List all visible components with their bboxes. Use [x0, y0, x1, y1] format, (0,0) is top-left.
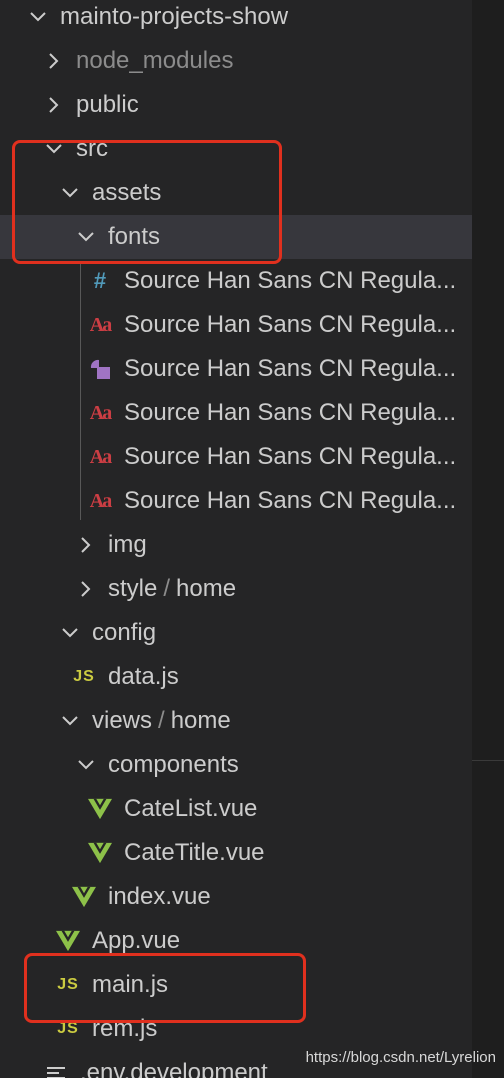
tree-folder-views-home[interactable]: views / home [0, 699, 472, 743]
file-label: .env.development [80, 1059, 268, 1078]
tree-folder-style-home[interactable]: style / home [0, 567, 472, 611]
font-file-icon: Aa [89, 401, 112, 424]
folder-label: config [92, 619, 157, 646]
file-label: data.js [108, 663, 179, 690]
folder-label: public [76, 91, 139, 118]
path-separator: / [163, 575, 171, 602]
tree-file-font-6[interactable]: Aa Source Han Sans CN Regula... [0, 479, 472, 523]
editor-area-edge [472, 0, 504, 1078]
chevron-right-icon [44, 95, 64, 115]
hash-icon: # [93, 268, 107, 293]
font-file-icon: Aa [89, 445, 112, 468]
chevron-right-icon [76, 579, 96, 599]
file-label: Source Han Sans CN Regula... [124, 487, 457, 514]
chevron-right-icon [44, 51, 64, 71]
file-label: Source Han Sans CN Regula... [124, 355, 457, 382]
tree-file-font-4[interactable]: Aa Source Han Sans CN Regula... [0, 391, 472, 435]
file-label: App.vue [92, 927, 181, 954]
chevron-down-icon [60, 711, 80, 731]
vue-file-icon [88, 797, 112, 821]
folder-label: components [108, 751, 239, 778]
tree-file-data-js[interactable]: JS data.js [0, 655, 472, 699]
chevron-right-icon [76, 535, 96, 555]
highlight-box-main-js [24, 953, 306, 1023]
file-label: index.vue [108, 883, 211, 910]
chevron-down-icon [28, 7, 48, 27]
file-label: Source Han Sans CN Regula... [124, 267, 457, 294]
folder-label: views [92, 707, 153, 734]
tree-folder-node-modules[interactable]: node_modules [0, 39, 472, 83]
highlight-box-src-fonts [12, 140, 282, 264]
file-label: Source Han Sans CN Regula... [124, 399, 457, 426]
file-label: Source Han Sans CN Regula... [124, 311, 457, 338]
tree-file-index-vue[interactable]: index.vue [0, 875, 472, 919]
folder-label: mainto-projects-show [60, 3, 289, 30]
tree-folder-public[interactable]: public [0, 83, 472, 127]
vue-file-icon [88, 841, 112, 865]
folder-label: style [108, 575, 158, 602]
vue-file-icon [56, 929, 80, 953]
tree-file-font-2[interactable]: Aa Source Han Sans CN Regula... [0, 303, 472, 347]
tree-file-font-1[interactable]: # Source Han Sans CN Regula... [0, 259, 472, 303]
tree-folder-config[interactable]: config [0, 611, 472, 655]
folder-label: home [170, 707, 231, 734]
list-lines-icon [44, 1061, 68, 1078]
chevron-down-icon [76, 755, 96, 775]
folder-label: node_modules [76, 47, 234, 74]
file-label: Source Han Sans CN Regula... [124, 443, 457, 470]
tree-file-font-3[interactable]: Source Han Sans CN Regula... [0, 347, 472, 391]
file-label: CateTitle.vue [124, 839, 265, 866]
tree-folder-components[interactable]: components [0, 743, 472, 787]
editor-divider [472, 760, 504, 761]
vue-file-icon [72, 885, 96, 909]
font-file-icon: Aa [89, 313, 112, 336]
watermark-text: https://blog.csdn.net/Lyrelion [305, 1049, 496, 1066]
path-separator: / [158, 707, 165, 734]
tree-folder-img[interactable]: img [0, 523, 472, 567]
tree-file-catetitle[interactable]: CateTitle.vue [0, 831, 472, 875]
folder-label: home [176, 575, 237, 602]
js-file-icon: JS [73, 668, 95, 685]
tree-folder-root[interactable]: mainto-projects-show [0, 0, 472, 39]
folder-label: img [108, 531, 147, 558]
tree-file-catelist[interactable]: CateList.vue [0, 787, 472, 831]
file-label: CateList.vue [124, 795, 258, 822]
shape-file-icon [88, 357, 112, 381]
chevron-down-icon [60, 623, 80, 643]
font-file-icon: Aa [89, 489, 112, 512]
tree-file-font-5[interactable]: Aa Source Han Sans CN Regula... [0, 435, 472, 479]
file-explorer: mainto-projects-show node_modules public… [0, 0, 504, 1078]
